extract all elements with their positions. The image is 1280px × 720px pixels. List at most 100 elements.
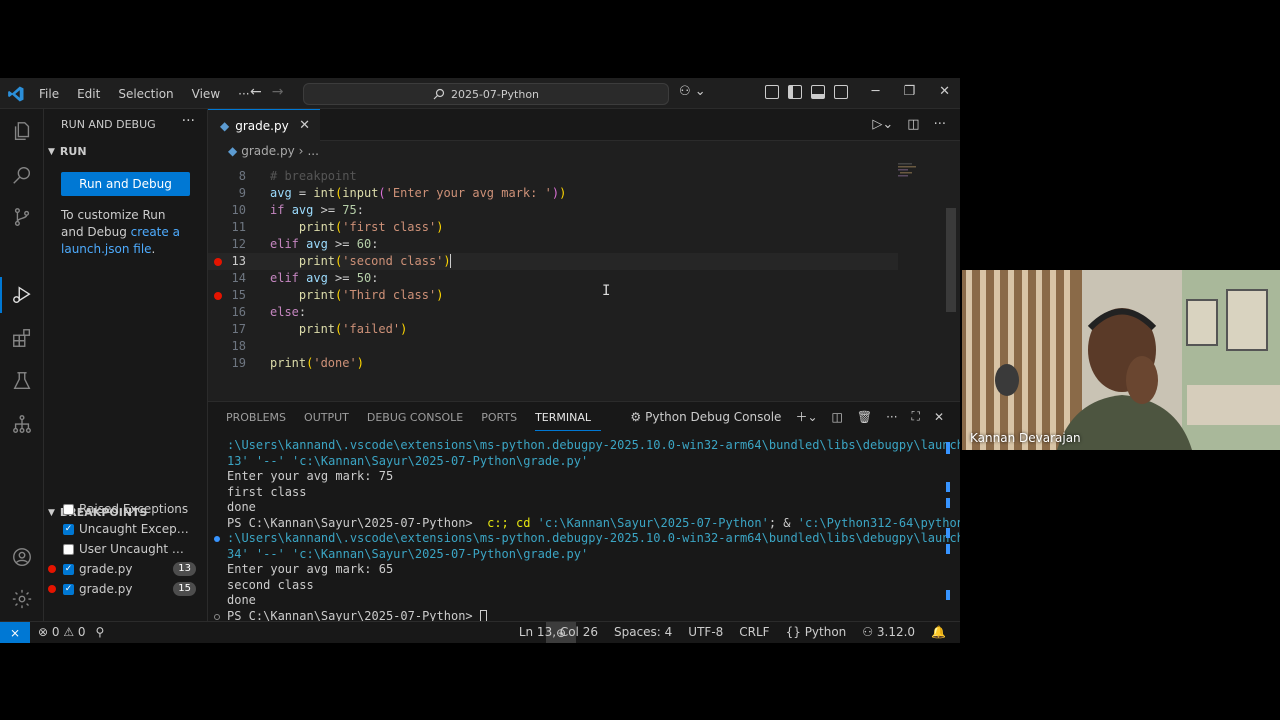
back-arrow-icon[interactable]: ←: [250, 84, 262, 100]
accounts-icon[interactable]: [10, 545, 34, 569]
command-decoration-icon[interactable]: [214, 613, 220, 620]
breakpoint-item[interactable]: Raised Exceptions: [48, 499, 206, 519]
customize-layout-icon[interactable]: [765, 85, 779, 99]
breakpoint-dot-icon: [48, 585, 56, 593]
menu-selection[interactable]: Selection: [109, 87, 182, 101]
terminal-exe: 'c:\Python312-64\python.exe' 'c: [797, 515, 960, 530]
code-line-partial: # breakpoint: [208, 161, 898, 183]
terminal-line: done: [227, 593, 256, 607]
toggle-panel-icon[interactable]: [811, 85, 825, 99]
code-text: print('Third class'): [298, 288, 444, 302]
close-window-icon[interactable]: ✕: [939, 84, 950, 99]
scrollbar-marker: [946, 498, 950, 508]
run-and-debug-button[interactable]: Run and Debug: [61, 172, 190, 196]
sidebar-more-icon[interactable]: ···: [182, 113, 195, 129]
problems-status[interactable]: ⊗ 0 ⚠ 0: [38, 625, 86, 639]
toggle-secondary-sidebar-icon[interactable]: [834, 85, 848, 99]
language-mode[interactable]: {} Python: [786, 625, 847, 639]
encoding[interactable]: UTF-8: [688, 625, 723, 639]
breakpoint-item[interactable]: ✓ grade.py 15: [48, 579, 206, 599]
new-terminal-icon[interactable]: ＋⌄: [795, 408, 817, 425]
split-editor-icon[interactable]: ◫: [907, 117, 919, 132]
split-terminal-icon[interactable]: ◫: [832, 410, 843, 424]
breakpoint-item[interactable]: ✓ grade.py 13: [48, 559, 206, 579]
code-text: if avg >= 75:: [270, 203, 364, 217]
breakpoint-checkbox[interactable]: ✓: [63, 563, 74, 575]
notifications-bell-icon[interactable]: 🔔: [931, 625, 946, 639]
editor-actions: ▷⌄ ◫ ···: [872, 117, 946, 132]
command-decoration-icon[interactable]: [214, 536, 220, 542]
search-view-icon[interactable]: [10, 163, 34, 187]
terminal-line: Enter your avg mark: 65: [227, 562, 394, 576]
breadcrumb-file[interactable]: grade.py: [241, 144, 294, 158]
panel-more-icon[interactable]: ···: [886, 410, 897, 424]
breakpoint-item[interactable]: ✓ Uncaught Exceptio...: [48, 519, 206, 539]
breakpoint-checkbox[interactable]: [63, 543, 74, 555]
layout-controls: [765, 85, 848, 99]
line-number: 15: [231, 288, 246, 302]
python-version[interactable]: ⚇ 3.12.0: [862, 625, 915, 639]
editor-scrollbar[interactable]: [946, 208, 956, 312]
run-debug-dropdown-icon[interactable]: ▷⌄: [872, 117, 893, 132]
tab-grade-py[interactable]: ◆ grade.py ✕: [208, 109, 320, 141]
menu-file[interactable]: File: [30, 87, 68, 101]
code-line: 13 print('second class'): [208, 253, 898, 270]
maximize-panel-icon[interactable]: ⛶: [912, 409, 920, 424]
remote-indicator-icon[interactable]: ⨯: [0, 622, 30, 643]
breadcrumb: ◆ grade.py › ...: [208, 141, 960, 161]
terminal-selector[interactable]: Python Debug Console: [645, 410, 781, 424]
breakpoint-line-badge: 15: [173, 582, 196, 596]
close-panel-icon[interactable]: ✕: [934, 410, 944, 424]
command-center-search[interactable]: 2025-07-Python: [303, 83, 669, 105]
minimize-icon[interactable]: ─: [872, 84, 880, 99]
trash-icon[interactable]: 🗑: [857, 410, 872, 424]
restore-icon[interactable]: ❐: [903, 84, 915, 99]
chevron-down-icon: ▼: [48, 146, 55, 157]
run-debug-icon[interactable]: [10, 283, 34, 307]
forward-arrow-icon[interactable]: →: [272, 84, 284, 100]
menu-view[interactable]: View: [183, 87, 229, 101]
remote-explorer-icon[interactable]: [10, 412, 34, 436]
code-editor[interactable]: # breakpoint 8 9 avg = int(input('Enter yo…: [208, 161, 960, 401]
breakpoint-checkbox[interactable]: ✓: [63, 583, 74, 595]
tab-terminal[interactable]: TERMINAL: [535, 407, 601, 431]
python-file-icon: ◆: [228, 144, 238, 158]
toggle-sidebar-icon[interactable]: [788, 85, 802, 99]
search-text: 2025-07-Python: [450, 87, 540, 101]
cursor-position[interactable]: Ln 13, Col 26: [519, 625, 598, 639]
breakpoint-dot-icon: [48, 565, 56, 573]
code-line: 18: [208, 338, 898, 355]
vscode-window: File Edit Selection View ··· ← → 2025-07…: [0, 78, 960, 643]
indentation[interactable]: Spaces: 4: [614, 625, 672, 639]
testing-icon[interactable]: [10, 369, 34, 393]
terminal-text: :\Users\kannand\.vscode\extensions\ms-py…: [227, 531, 960, 545]
source-control-icon[interactable]: [10, 205, 34, 229]
search-icon: [433, 88, 445, 100]
settings-gear-icon[interactable]: [10, 587, 34, 611]
breakpoint-item[interactable]: User Uncaught Exc...: [48, 539, 206, 559]
breakpoint-checkbox[interactable]: ✓: [63, 523, 74, 535]
breakpoint-checkbox[interactable]: [63, 503, 74, 515]
tab-problems[interactable]: PROBLEMS: [226, 407, 296, 431]
more-actions-icon[interactable]: ···: [934, 117, 946, 132]
menu-edit[interactable]: Edit: [68, 87, 109, 101]
status-left: ⊗ 0 ⚠ 0 ⚲: [38, 625, 104, 639]
explorer-icon[interactable]: [10, 119, 34, 143]
minimap[interactable]: [896, 161, 926, 401]
code-text: else:: [270, 305, 307, 319]
run-section-header[interactable]: ▼ RUN: [48, 145, 87, 158]
tab-debug-console[interactable]: DEBUG CONSOLE: [367, 407, 473, 431]
code-text: print('done'): [270, 356, 364, 370]
code-text: print('second class'): [298, 254, 451, 268]
close-tab-icon[interactable]: ✕: [299, 118, 310, 133]
copilot-icon[interactable]: ⚇ ⌄: [679, 84, 706, 99]
code-line: 9 avg = int(input('Enter your avg mark: '…: [208, 185, 898, 202]
tab-ports[interactable]: PORTS: [481, 407, 527, 431]
debug-status-icon[interactable]: ⚲: [96, 625, 105, 639]
line-ending[interactable]: CRLF: [739, 625, 769, 639]
extensions-icon[interactable]: [10, 326, 34, 350]
tab-output[interactable]: OUTPUT: [304, 407, 359, 431]
breadcrumb-more[interactable]: ...: [307, 144, 318, 158]
code-line: 8: [208, 168, 898, 185]
terminal-output[interactable]: :\Users\kannand\.vscode\extensions\ms-py…: [214, 438, 960, 624]
